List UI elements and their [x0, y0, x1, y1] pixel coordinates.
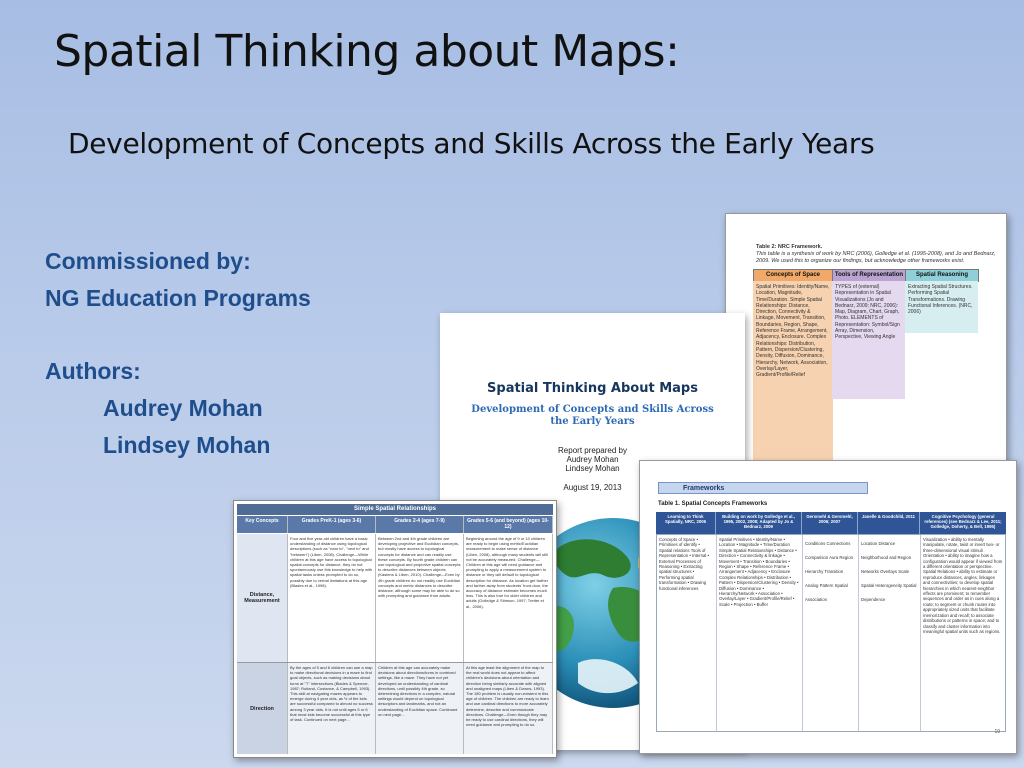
frameworks-table-thumbnail: Frameworks Table 1. Spatial Concepts Fra…	[639, 460, 1017, 754]
frameworks-caption: Table 1. Spatial Concepts Frameworks	[658, 501, 768, 507]
credits-block: Commissioned by: NG Education Programs A…	[45, 243, 311, 464]
ssr-row-direction: Direction By the ages of 5 and 6 childre…	[237, 663, 553, 754]
slide-subtitle: Development of Concepts and Skills Acros…	[68, 127, 875, 160]
commissioned-value: NG Education Programs	[45, 285, 311, 311]
author-name: Lindsey Mohan	[103, 432, 271, 458]
frameworks-banner: Frameworks	[658, 482, 868, 494]
page-number: 19	[994, 729, 1000, 735]
slide-title: Spatial Thinking about Maps:	[54, 26, 680, 77]
ssr-row-distance: Distance, Measurement Four and five year…	[237, 534, 553, 663]
author-name: Audrey Mohan	[103, 395, 263, 421]
nrc-col-reasoning: Extracting Spatial Structures. Performin…	[905, 281, 978, 333]
ssr-table-heading: Simple Spatial Relationships	[237, 504, 553, 515]
report-title: Spatial Thinking About Maps	[487, 381, 698, 396]
ssr-column-headers: Key Concepts Grades PreK-1 (ages 3-6) Gr…	[237, 516, 553, 533]
report-subtitle: Development of Concepts and Skills Acros…	[471, 404, 714, 427]
frameworks-body-row: Concepts of Space • Primitives of identi…	[656, 534, 1006, 732]
spatial-relationships-table-thumbnail: Simple Spatial Relationships Key Concept…	[233, 500, 557, 758]
nrc-table-caption: Table 2: NRC Framework. This table is a …	[756, 244, 996, 264]
nrc-col-tools: TYPES of (external) Representation in Sp…	[832, 281, 905, 399]
authors-label: Authors:	[45, 358, 141, 384]
frameworks-header-row: Learning to Think Spatially, NRC, 2006 B…	[656, 512, 1006, 534]
commissioned-label: Commissioned by:	[45, 248, 251, 274]
